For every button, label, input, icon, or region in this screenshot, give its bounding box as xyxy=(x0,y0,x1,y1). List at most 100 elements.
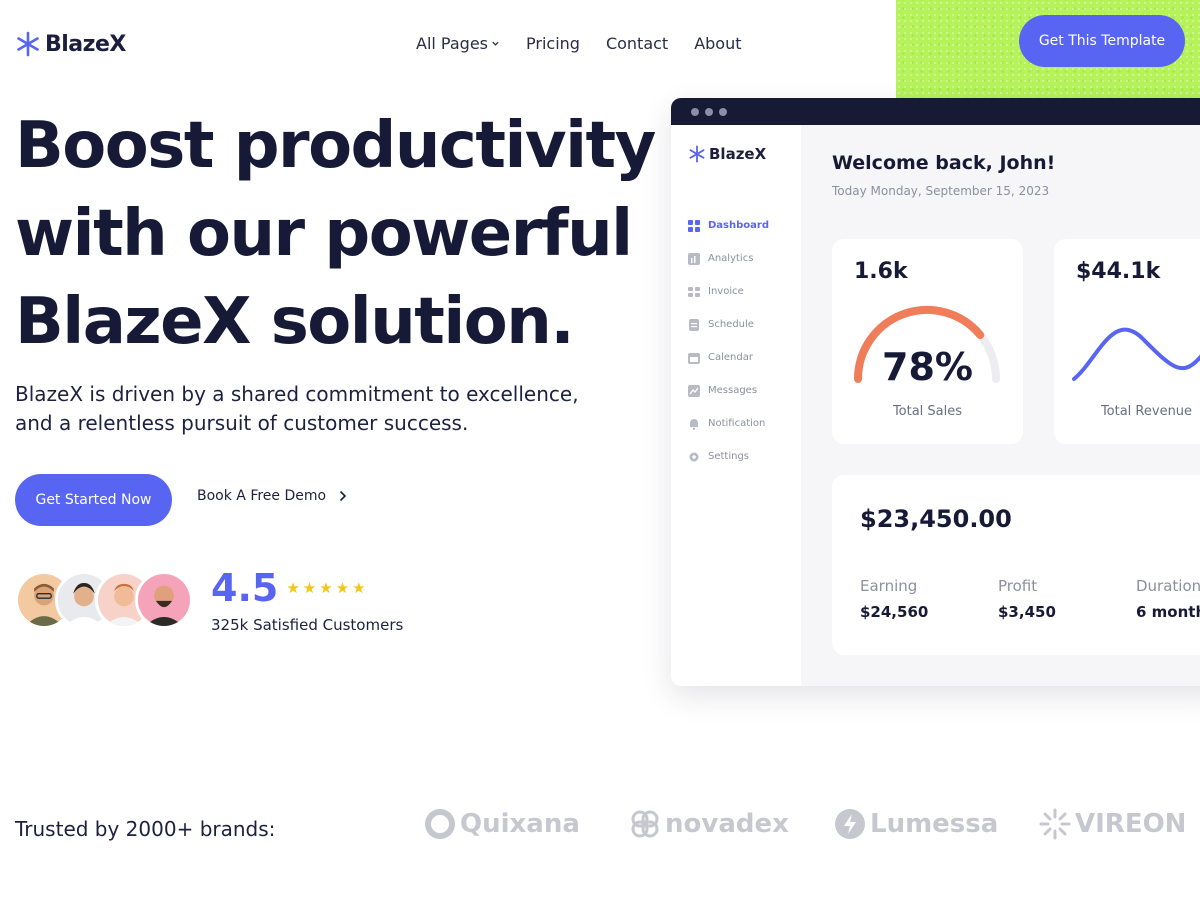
menu-item-notification[interactable]: Notification xyxy=(688,407,769,440)
revenue-label: Total Revenue xyxy=(1100,404,1193,419)
nav-contact-label: Contact xyxy=(605,34,669,53)
nav-all-pages[interactable]: All Pages xyxy=(416,34,500,53)
stat-earning: Earning $24,560 xyxy=(860,577,998,621)
stat-profit: Profit $3,450 xyxy=(998,577,1136,621)
menu-label: Messages xyxy=(708,385,758,396)
star-icon: ★ xyxy=(302,579,317,597)
calendar-icon xyxy=(688,352,700,364)
summary-stats: Earning $24,560 Profit $3,450 Duration 6… xyxy=(860,577,1200,621)
window-title-bar xyxy=(671,98,1200,125)
asterisk-logo-icon xyxy=(689,145,705,163)
stat-label: Profit xyxy=(998,577,1038,595)
get-started-button[interactable]: Get Started Now xyxy=(15,474,172,526)
star-icon: ★ xyxy=(352,579,366,597)
dashboard-logo-text: BlazeX xyxy=(709,145,767,163)
brand-quixana: Quixana xyxy=(424,808,629,840)
book-demo-link[interactable]: Book A Free Demo xyxy=(197,488,348,504)
menu-item-schedule[interactable]: Schedule xyxy=(688,308,769,341)
dashboard-menu: Dashboard Analytics Invoice Schedule Cal… xyxy=(688,209,769,473)
total-revenue-card: $44.1k Total Revenue xyxy=(1054,239,1200,444)
menu-item-settings[interactable]: Settings xyxy=(688,440,769,473)
menu-item-invoice[interactable]: Invoice xyxy=(688,275,769,308)
menu-label: Calendar xyxy=(708,352,753,363)
brand-name: Quixana xyxy=(460,809,580,839)
trusted-label: Trusted by 2000+ brands: xyxy=(15,817,276,841)
bolt-logo-icon xyxy=(835,809,865,839)
hero-title-line: BlazeX solution. xyxy=(15,285,575,359)
dashboard-sidebar: BlazeX Dashboard Analytics Invoice Sched… xyxy=(671,125,801,686)
revenue-sparkline xyxy=(1072,327,1200,381)
document-icon xyxy=(689,318,699,331)
dashboard-logo: BlazeX xyxy=(688,145,766,163)
window-dot xyxy=(705,107,713,116)
welcome-heading: Welcome back, John! xyxy=(832,152,1056,174)
stat-label: Earning xyxy=(860,577,918,595)
brand-vireon: VIREON xyxy=(1039,808,1200,840)
logo-text: BlazeX xyxy=(45,31,126,57)
customer-count: 325k Satisfied Customers xyxy=(211,616,404,634)
revenue-value: $44.1k xyxy=(1076,259,1161,284)
stat-value: $24,560 xyxy=(860,603,929,621)
nav-all-pages-label: All Pages xyxy=(416,34,488,53)
brand-logos: Quixana novadex Lumessa VIREON xyxy=(424,808,1200,840)
nav-about[interactable]: About xyxy=(694,34,741,53)
message-icon xyxy=(688,384,700,397)
menu-label: Dashboard xyxy=(708,220,769,231)
sunburst-logo-icon xyxy=(1039,808,1071,840)
star-icon: ★ xyxy=(319,579,333,597)
customer-avatars xyxy=(15,571,193,629)
star-icon: ★ xyxy=(335,579,350,597)
gear-icon xyxy=(689,452,699,461)
asterisk-logo-icon xyxy=(17,31,39,57)
menu-label: Analytics xyxy=(708,253,754,264)
sales-percent: 78% xyxy=(882,345,973,389)
nav-contact[interactable]: Contact xyxy=(606,34,668,53)
menu-item-dashboard[interactable]: Dashboard xyxy=(688,209,769,242)
summary-total: $23,450.00 xyxy=(860,505,1012,533)
chevron-right-icon xyxy=(340,491,347,501)
brand-name: novadex xyxy=(665,809,789,839)
petal-logo-icon xyxy=(631,810,659,838)
summary-card: $23,450.00 Earning $24,560 Profit $3,450… xyxy=(832,475,1200,655)
current-date: Today Monday, September 15, 2023 xyxy=(832,184,1050,198)
menu-item-analytics[interactable]: Analytics xyxy=(688,242,769,275)
stat-duration: Duration 6 months xyxy=(1136,577,1200,621)
avatar xyxy=(135,571,193,629)
menu-item-calendar[interactable]: Calendar xyxy=(688,341,769,374)
nav-about-label: About xyxy=(694,34,742,53)
window-dot xyxy=(691,107,699,116)
hero-title-line: with our powerful xyxy=(15,197,633,271)
stat-value: 6 months xyxy=(1136,603,1200,621)
logo[interactable]: BlazeX xyxy=(15,31,126,57)
brand-name: VIREON xyxy=(1075,809,1187,839)
brand-lumessa: Lumessa xyxy=(834,808,1039,840)
invoice-icon xyxy=(688,286,700,297)
brand-novadex: novadex xyxy=(629,808,834,840)
hero-title-line: Boost productivity xyxy=(15,109,656,183)
chevron-down-icon xyxy=(492,41,499,46)
stat-label: Duration xyxy=(1136,577,1200,595)
hero-title: Boost productivity with our powerful Bla… xyxy=(15,102,656,366)
menu-label: Invoice xyxy=(708,286,744,297)
star-icon: ★ xyxy=(286,579,300,597)
get-template-button[interactable]: Get This Template xyxy=(1019,15,1185,67)
total-sales-card: 1.6k 78% Total Sales xyxy=(832,239,1023,444)
menu-label: Schedule xyxy=(708,319,754,330)
grid-icon xyxy=(688,219,700,232)
menu-label: Settings xyxy=(708,451,750,462)
window-dot xyxy=(719,107,727,116)
bell-icon xyxy=(690,418,698,430)
nav-pricing[interactable]: Pricing xyxy=(526,34,580,53)
dashboard-mockup: BlazeX Dashboard Analytics Invoice Sched… xyxy=(671,98,1200,686)
rating-value: 4.5 xyxy=(211,566,279,610)
sales-value: 1.6k xyxy=(854,259,908,284)
brand-name: Lumessa xyxy=(870,809,999,839)
hero-subtitle: BlazeX is driven by a shared commitment … xyxy=(15,382,579,435)
star-rating: ★ ★ ★ ★ ★ xyxy=(286,579,365,597)
menu-label: Notification xyxy=(708,418,766,429)
rating: 4.5 ★ ★ ★ ★ ★ xyxy=(211,566,366,610)
chart-icon xyxy=(688,252,700,265)
menu-item-messages[interactable]: Messages xyxy=(688,374,769,407)
main-nav: All Pages Pricing Contact About xyxy=(416,34,742,53)
stat-value: $3,450 xyxy=(998,603,1056,621)
